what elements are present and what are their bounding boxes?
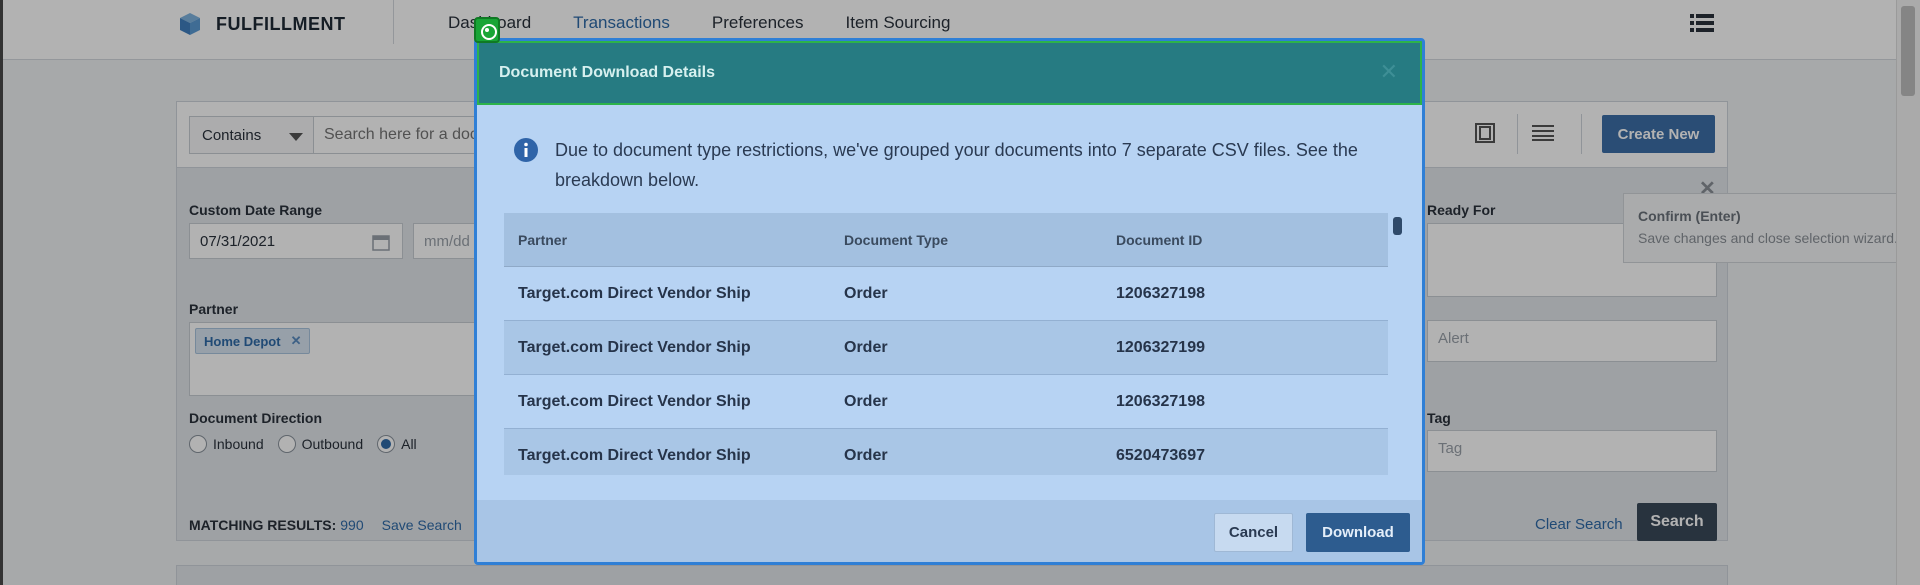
table-scrollbar[interactable]: [1392, 213, 1402, 475]
modal-header: Document Download Details ✕: [477, 41, 1422, 105]
document-download-modal: Document Download Details ✕ Due to docum…: [474, 38, 1425, 565]
download-button[interactable]: Download: [1306, 513, 1410, 552]
cell-document-id: 1206327198: [1116, 284, 1205, 302]
cell-document-id: 1206327199: [1116, 338, 1205, 356]
cell-document-type: Order: [844, 446, 888, 464]
cell-document-type: Order: [844, 284, 888, 302]
cell-partner: Target.com Direct Vendor Ship: [518, 446, 751, 464]
cell-document-type: Order: [844, 392, 888, 410]
column-document-id: Document ID: [1116, 231, 1203, 248]
table-row: Target.com Direct Vendor Ship Order 6520…: [504, 429, 1388, 475]
cancel-button[interactable]: Cancel: [1214, 513, 1293, 552]
info-message: Due to document type restrictions, we've…: [555, 140, 1358, 190]
cell-document-id: 1206327198: [1116, 392, 1205, 410]
cell-document-type: Order: [844, 338, 888, 356]
table-row: Target.com Direct Vendor Ship Order 1206…: [504, 375, 1388, 429]
cell-partner: Target.com Direct Vendor Ship: [518, 392, 751, 410]
close-icon[interactable]: ✕: [1380, 59, 1398, 85]
column-partner: Partner: [518, 231, 568, 248]
cell-document-id: 6520473697: [1116, 446, 1205, 464]
column-document-type: Document Type: [844, 231, 948, 248]
table-header: Partner Document Type Document ID: [504, 213, 1388, 267]
table-row: Target.com Direct Vendor Ship Order 1206…: [504, 267, 1388, 321]
scrollbar-thumb[interactable]: [1393, 217, 1402, 235]
cell-partner: Target.com Direct Vendor Ship: [518, 284, 751, 302]
csv-breakdown-table: Partner Document Type Document ID Target…: [504, 213, 1388, 475]
info-icon: [514, 138, 538, 162]
target-marker-icon: [474, 17, 500, 43]
table-row: Target.com Direct Vendor Ship Order 1206…: [504, 321, 1388, 375]
modal-title: Document Download Details: [499, 64, 716, 81]
cell-partner: Target.com Direct Vendor Ship: [518, 338, 751, 356]
